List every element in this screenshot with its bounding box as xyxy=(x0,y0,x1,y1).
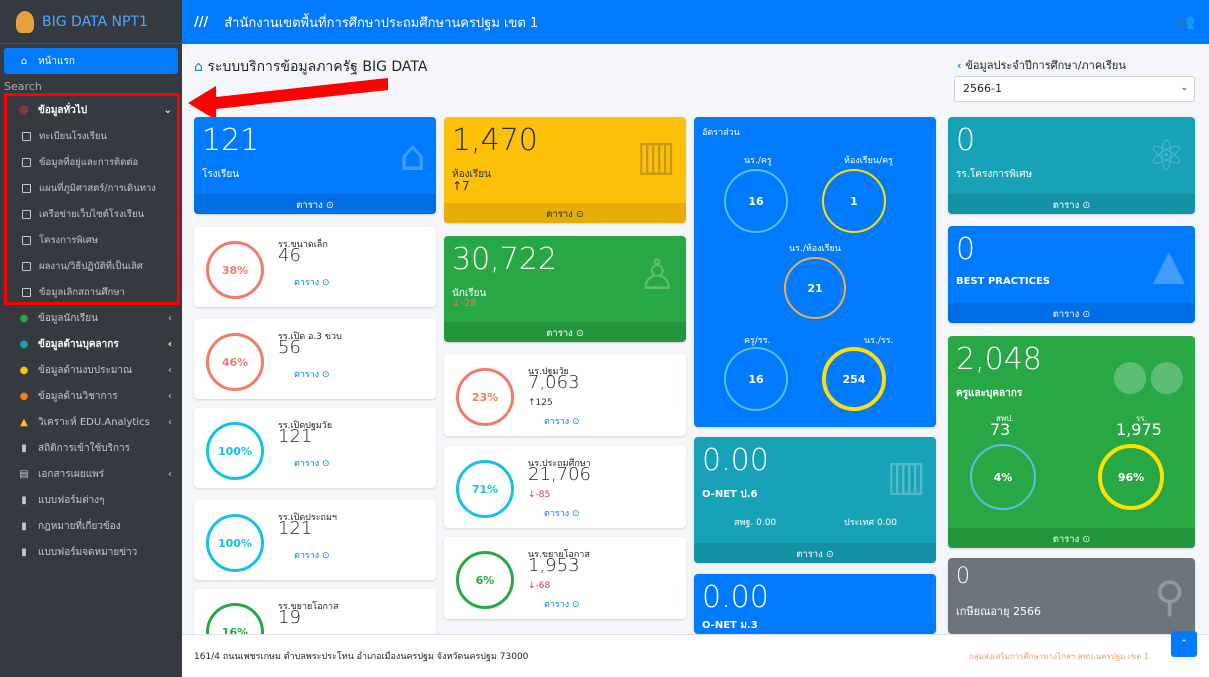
term-select[interactable]: 2566-1 ⌄ xyxy=(954,76,1195,102)
school-stat-card: 100% รร.เปิดประถมฯ 121 ตาราง ⊙ xyxy=(194,500,436,580)
sidebar-item[interactable]: ▤ เอกสารเผยแพร่ ‹ xyxy=(0,461,182,487)
menu-icon[interactable]: /// xyxy=(194,15,208,30)
user-icon[interactable]: 👥 xyxy=(1178,14,1195,30)
pct-ring: 71% xyxy=(456,460,514,518)
chevron-left-icon: ‹ xyxy=(168,468,172,480)
page-title: ⌂ ระบบบริการข้อมูลภาครัฐ BIG DATA xyxy=(194,59,428,75)
side-title: ‹ ข้อมูลประจำปีการศึกษา/ภาคเรียน xyxy=(957,59,1126,72)
sidebar-item-home[interactable]: ⌂ หน้าแรก xyxy=(4,48,178,74)
retire-card: 0 เกษียณอายุ 2566 ⚲ xyxy=(948,558,1195,634)
file-icon: ▮ xyxy=(21,546,27,558)
table-link[interactable]: ตาราง ⊙ xyxy=(544,597,580,611)
rooms-card: 1,470 ห้องเรียน ↑7 ▥ ตาราง ⊙ xyxy=(444,117,686,223)
people-icon: ● xyxy=(19,390,29,402)
file-icon: ▮ xyxy=(21,520,27,532)
sidebar-item[interactable]: ▮ แบบฟอร์มต่างๆ xyxy=(0,487,182,513)
pct-ring: 4% xyxy=(970,444,1036,510)
pct-ring: 38% xyxy=(206,241,264,299)
best-card: 0 BEST PRACTICES ▲ ตาราง ⊙ xyxy=(948,226,1195,323)
table-link[interactable]: ตาราง ⊙ xyxy=(294,456,330,470)
main-content: ⌂ ระบบบริการข้อมูลภาครัฐ BIG DATA ‹ ข้อม… xyxy=(182,44,1209,649)
user-icon: ● xyxy=(19,338,29,350)
pct-ring: 100% xyxy=(206,422,264,480)
brand-title: BIG DATA NPT1 xyxy=(42,13,148,30)
level-stat-card: 23% นร.ปฐมวัย 7,063 ↑125 ตาราง ⊙ xyxy=(444,354,686,436)
schools-card: 121 โรงเรียน ⌂ ตาราง ⊙ xyxy=(194,117,436,214)
table-link[interactable]: ตาราง ⊙ xyxy=(294,275,330,289)
table-link[interactable]: ตาราง ⊙ xyxy=(948,528,1195,548)
ratio-ring: 16 xyxy=(724,169,788,233)
level-stat-card: 6% นร.ขยายโอกาส 1,953 ↓-68 ตาราง ⊙ xyxy=(444,537,686,619)
house-icon: ⌂ xyxy=(399,131,426,180)
pct-ring: 100% xyxy=(206,514,264,572)
home-icon: ⌂ xyxy=(194,59,208,75)
topbar-title: สำนักงานเขตพื้นที่การศึกษาประถมศึกษานครป… xyxy=(224,15,539,31)
sidebar-item[interactable]: ▲ วิเคราะห์ EDU.Analytics ‹ xyxy=(0,409,182,435)
ratio-ring: 21 xyxy=(784,257,846,319)
chart-icon: ▲ xyxy=(20,416,28,428)
pct-ring: 6% xyxy=(456,551,514,609)
chevron-left-icon: ‹ xyxy=(168,364,172,376)
school-stat-card: 46% รร.เปิด อ.3 ขวบ 56 ตาราง ⊙ xyxy=(194,319,436,399)
highlight-frame xyxy=(4,93,180,305)
table-link[interactable]: ตาราง ⊙ xyxy=(544,414,580,428)
ratio-ring: 1 xyxy=(822,169,886,233)
sidebar-item[interactable]: ▮ แบบฟอร์มจดหมายข่าว xyxy=(0,539,182,565)
teachers-card: 2,048 ครูและบุคลากร ●● สพป. 73 รร. 1,975… xyxy=(948,336,1195,548)
onet6-card: 0.00 O-NET ป.6 สพฐ. 0.00 ประเทศ 0.00 ▥ ต… xyxy=(694,437,936,563)
thumbs-up-icon: ▮ xyxy=(21,442,27,454)
child-icon: ♙ xyxy=(638,250,676,299)
special-card: 0 รร.โครงการพิเศษ ⚛ ตาราง ⊙ xyxy=(948,117,1195,214)
pct-ring: 96% xyxy=(1098,444,1164,510)
table-link[interactable]: ตาราง ⊙ xyxy=(194,194,436,214)
book-reader-icon: ▥ xyxy=(886,451,926,500)
brand[interactable]: BIG DATA NPT1 xyxy=(0,0,182,44)
sidebar-item[interactable]: ● ข้อมูลด้านวิชาการ ‹ xyxy=(0,383,182,409)
chevron-left-icon: ‹ xyxy=(168,390,172,402)
book-reader-icon: ▥ xyxy=(636,131,676,180)
sidebar-item[interactable]: ● ข้อมูลนักเรียน ‹ xyxy=(0,305,182,331)
info-icon: ● xyxy=(19,312,29,324)
brand-logo xyxy=(16,10,34,33)
sidebar-item[interactable]: ● ข้อมูลด้านงบประมาณ ‹ xyxy=(0,357,182,383)
bicycle-icon: ⚲ xyxy=(1154,572,1185,621)
table-link[interactable]: ตาราง ⊙ xyxy=(544,506,580,520)
topbar: /// สำนักงานเขตพื้นที่การศึกษาประถมศึกษา… xyxy=(182,0,1209,44)
chevron-left-icon: ‹ xyxy=(168,312,172,324)
chevron-down-icon: ⌄ xyxy=(1180,83,1188,93)
home-icon: ⌂ xyxy=(20,55,28,67)
table-link[interactable]: ตาราง ⊙ xyxy=(294,367,330,381)
chevron-left-icon: ‹ xyxy=(168,416,172,428)
students-card: 30,722 นักเรียน ↓-28 ♙ ตาราง ⊙ xyxy=(444,236,686,342)
shapes-icon: ▲ xyxy=(1152,240,1185,289)
table-link[interactable]: ตาราง ⊙ xyxy=(444,203,686,223)
sidebar-item[interactable]: ▮ สถิติการเข้าใช้บริการ xyxy=(0,435,182,461)
money-icon: ● xyxy=(19,364,29,376)
users-icon: ●● xyxy=(1111,350,1185,399)
table-link[interactable]: ตาราง ⊙ xyxy=(694,543,936,563)
sidebar-item[interactable]: ▮ กฎหมายที่เกี่ยวข้อง xyxy=(0,513,182,539)
ratio-ring: 254 xyxy=(822,347,886,411)
document-icon: ▤ xyxy=(19,468,29,480)
pct-ring: 23% xyxy=(456,368,514,426)
sidebar-item[interactable]: ● ข้อมูลด้านบุคลากร ‹ xyxy=(0,331,182,357)
table-link[interactable]: ตาราง ⊙ xyxy=(948,303,1195,323)
footer-credit: กลุ่มส่งเสริมการศึกษาทางไกลฯ สพป.นครปฐม … xyxy=(968,651,1149,661)
table-link[interactable]: ตาราง ⊙ xyxy=(294,548,330,562)
school-stat-card: 100% รร.เปิดปฐมวัย 121 ตาราง ⊙ xyxy=(194,408,436,488)
scroll-top-button[interactable]: ⌃ xyxy=(1171,631,1197,657)
table-link[interactable]: ตาราง ⊙ xyxy=(444,322,686,342)
school-stat-card: 38% รร.ขนาดเล็ก 46 ตาราง ⊙ xyxy=(194,227,436,307)
pct-ring: 46% xyxy=(206,333,264,391)
chevron-left-icon: ‹ xyxy=(167,338,172,350)
file-icon: ▮ xyxy=(21,494,27,506)
address: 161/4 ถนนเพชรเกษม ตำบลพระประโทน อำเภอเมื… xyxy=(194,652,529,662)
table-link[interactable]: ตาราง ⊙ xyxy=(948,194,1195,214)
footer: 161/4 ถนนเพชรเกษม ตำบลพระประโทน อำเภอเมื… xyxy=(182,631,1209,677)
atom-icon: ⚛ xyxy=(1147,131,1185,180)
ratio-card: อัตราส่วน นร./ครู ห้องเรียน/ครู 16 1 นร.… xyxy=(694,117,936,427)
onet3-card: 0.00 O-NET ม.3 xyxy=(694,574,936,634)
ratio-ring: 16 xyxy=(724,347,788,411)
level-stat-card: 71% นร.ประถมศึกษา 21,706 ↓-85 ตาราง ⊙ xyxy=(444,446,686,528)
